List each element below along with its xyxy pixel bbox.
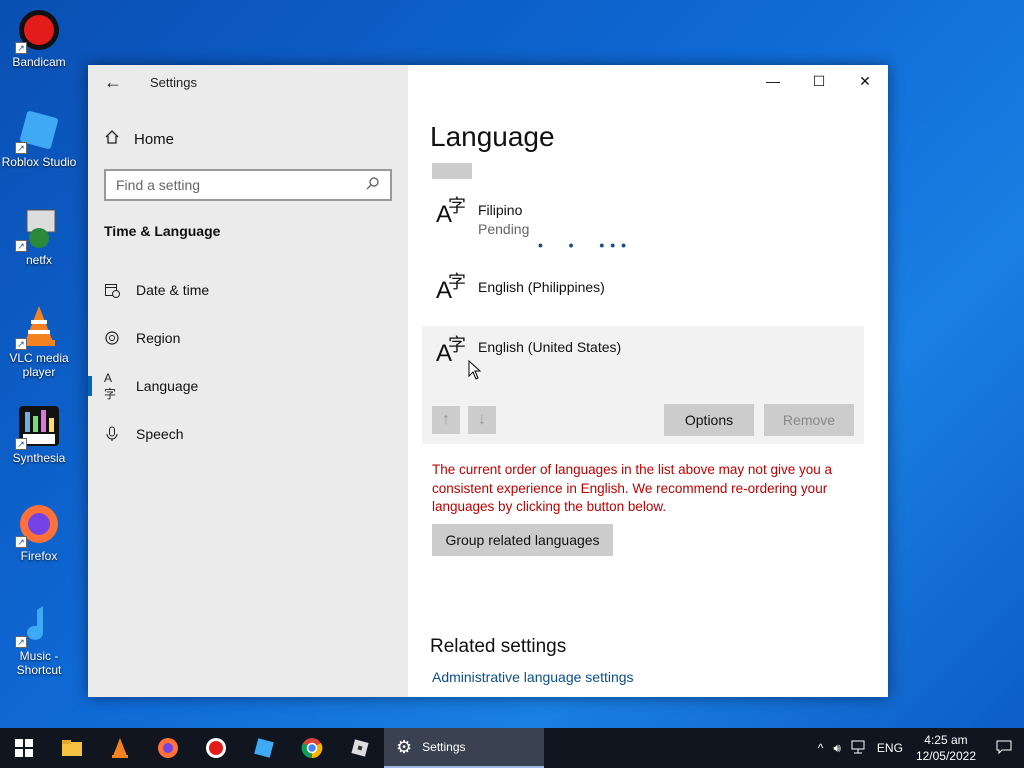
desktop-icon-netfx[interactable]: ↗ netfx <box>0 206 78 267</box>
home-icon <box>104 129 120 149</box>
language-item-english-philippines[interactable]: A字 English (Philippines) <box>422 265 864 321</box>
sidebar-item-label: Date & time <box>136 282 210 298</box>
section-title: Time & Language <box>104 223 221 239</box>
desktop-icon-label: VLC media player <box>9 351 69 379</box>
vlc-cone-icon: ↗ <box>15 304 61 350</box>
desktop-icon-roblox-studio[interactable]: ↗ Roblox Studio <box>0 108 78 169</box>
back-arrow-icon[interactable]: ← <box>104 72 122 93</box>
window-title: Settings <box>150 75 197 90</box>
taskbar-bandicam[interactable] <box>192 728 240 768</box>
taskbar-roblox-studio[interactable] <box>240 728 288 768</box>
options-button[interactable]: Options <box>664 404 754 436</box>
language-icon: A字 <box>436 335 467 367</box>
language-status: Pending <box>478 221 530 237</box>
related-settings-title: Related settings <box>430 636 567 657</box>
language-name: Filipino <box>478 202 523 218</box>
windows-logo-icon <box>15 739 33 757</box>
roblox-studio-icon: ↗ <box>15 108 61 154</box>
progress-dots: • • ••• <box>538 237 633 253</box>
move-up-button[interactable]: ↑ <box>432 406 460 434</box>
music-note-icon: ↗ <box>15 602 61 648</box>
nav-home-label: Home <box>134 130 175 148</box>
clock[interactable]: 4:25 am 12/05/2022 <box>908 732 984 764</box>
desktop-icon-music[interactable]: ↗ Music - Shortcut <box>0 602 78 677</box>
taskbar-settings-app[interactable]: ⚙ Settings <box>384 728 544 768</box>
nav-home[interactable]: Home <box>104 129 174 149</box>
search-input[interactable] <box>116 177 366 193</box>
roblox-studio-icon <box>254 738 274 758</box>
volume-icon[interactable]: 🔊︎ <box>828 741 846 756</box>
roblox-icon <box>351 739 369 757</box>
desktop-icon-synthesia[interactable]: ↗ Synthesia <box>0 404 78 465</box>
page-title: Language <box>430 121 555 152</box>
taskbar-chrome[interactable] <box>288 728 336 768</box>
taskbar-vlc[interactable] <box>96 728 144 768</box>
admin-language-settings-link[interactable]: Administrative language settings <box>432 669 634 685</box>
desktop-icon-vlc[interactable]: ↗ VLC media player <box>0 304 78 379</box>
search-icon <box>366 176 380 195</box>
search-box[interactable] <box>104 169 392 201</box>
start-button[interactable] <box>0 728 48 768</box>
language-order-warning: The current order of languages in the li… <box>432 462 832 514</box>
globe-icon <box>104 330 120 346</box>
sidebar-item-speech[interactable]: Speech <box>88 414 408 454</box>
installer-icon: ↗ <box>15 206 61 252</box>
clock-date: 12/05/2022 <box>915 749 976 763</box>
input-language-indicator[interactable]: ENG <box>872 741 908 755</box>
bandicam-icon: ↗ <box>15 8 61 54</box>
sidebar-item-label: Region <box>136 330 181 346</box>
partial-button[interactable] <box>432 163 472 179</box>
taskbar-file-explorer[interactable] <box>48 728 96 768</box>
notification-icon[interactable] <box>984 739 1024 758</box>
chrome-icon <box>301 738 323 759</box>
sidebar-item-label: Speech <box>136 426 184 442</box>
taskbar-roblox[interactable] <box>336 728 384 768</box>
gear-icon: ⚙ <box>396 736 413 757</box>
language-icon: A字 <box>436 272 467 304</box>
language-icon: A字 <box>436 196 467 228</box>
folder-icon <box>62 740 82 756</box>
desktop-icon-label: netfx <box>25 253 52 267</box>
synthesia-icon: ↗ <box>15 404 61 450</box>
mouse-cursor-icon <box>468 359 482 385</box>
vlc-cone-icon <box>112 738 128 758</box>
sidebar-item-label: Language <box>136 378 199 394</box>
language-name: English (United States) <box>478 339 622 355</box>
arrow-up-icon: ↑ <box>442 411 450 428</box>
sidebar-item-region[interactable]: Region <box>88 318 408 358</box>
language-name: English (Philippines) <box>478 279 605 295</box>
calendar-clock-icon <box>104 282 120 298</box>
system-tray: ^ 🔊︎ ENG 4:25 am 12/05/2022 <box>813 728 1024 768</box>
desktop-icon-label: Firefox <box>20 549 58 563</box>
sidebar-item-date-time[interactable]: Date & time <box>88 270 408 310</box>
taskbar-app-label: Settings <box>422 740 466 754</box>
bandicam-icon <box>206 738 226 758</box>
group-languages-button[interactable]: Group related languages <box>432 524 613 556</box>
sidebar-item-language[interactable]: A字 Language <box>88 366 408 406</box>
arrow-down-icon: ↓ <box>478 411 486 428</box>
desktop-icon-label: Music - Shortcut <box>16 649 62 677</box>
network-icon[interactable] <box>846 740 872 757</box>
language-icon: A字 <box>104 370 117 401</box>
firefox-icon: ↗ <box>15 502 61 548</box>
taskbar-firefox[interactable] <box>144 728 192 768</box>
microphone-icon <box>104 426 120 442</box>
clock-time: 4:25 am <box>924 733 968 747</box>
desktop-icon-firefox[interactable]: ↗ Firefox <box>0 502 78 563</box>
desktop-icon-label: Roblox Studio <box>1 155 77 169</box>
language-item-filipino[interactable]: A字 Filipino Pending • • ••• <box>422 189 864 255</box>
desktop-icon-label: Synthesia <box>12 451 66 465</box>
remove-button[interactable]: Remove <box>764 404 854 436</box>
settings-window: ← Settings Home Time & Language Date & t… <box>88 65 888 697</box>
language-item-english-us[interactable]: A字 English (United States) ↑ ↓ Options R… <box>422 326 864 444</box>
desktop-icon-label: Bandicam <box>12 55 66 69</box>
settings-sidebar: ← Settings Home Time & Language Date & t… <box>88 65 408 697</box>
firefox-icon <box>158 738 178 758</box>
taskbar: ⚙ Settings ^ 🔊︎ ENG 4:25 am 12/05/2022 <box>0 728 1024 768</box>
chevron-up-icon[interactable]: ^ <box>813 741 829 755</box>
desktop-icon-bandicam[interactable]: ↗ Bandicam <box>0 8 78 69</box>
move-down-button[interactable]: ↓ <box>468 406 496 434</box>
